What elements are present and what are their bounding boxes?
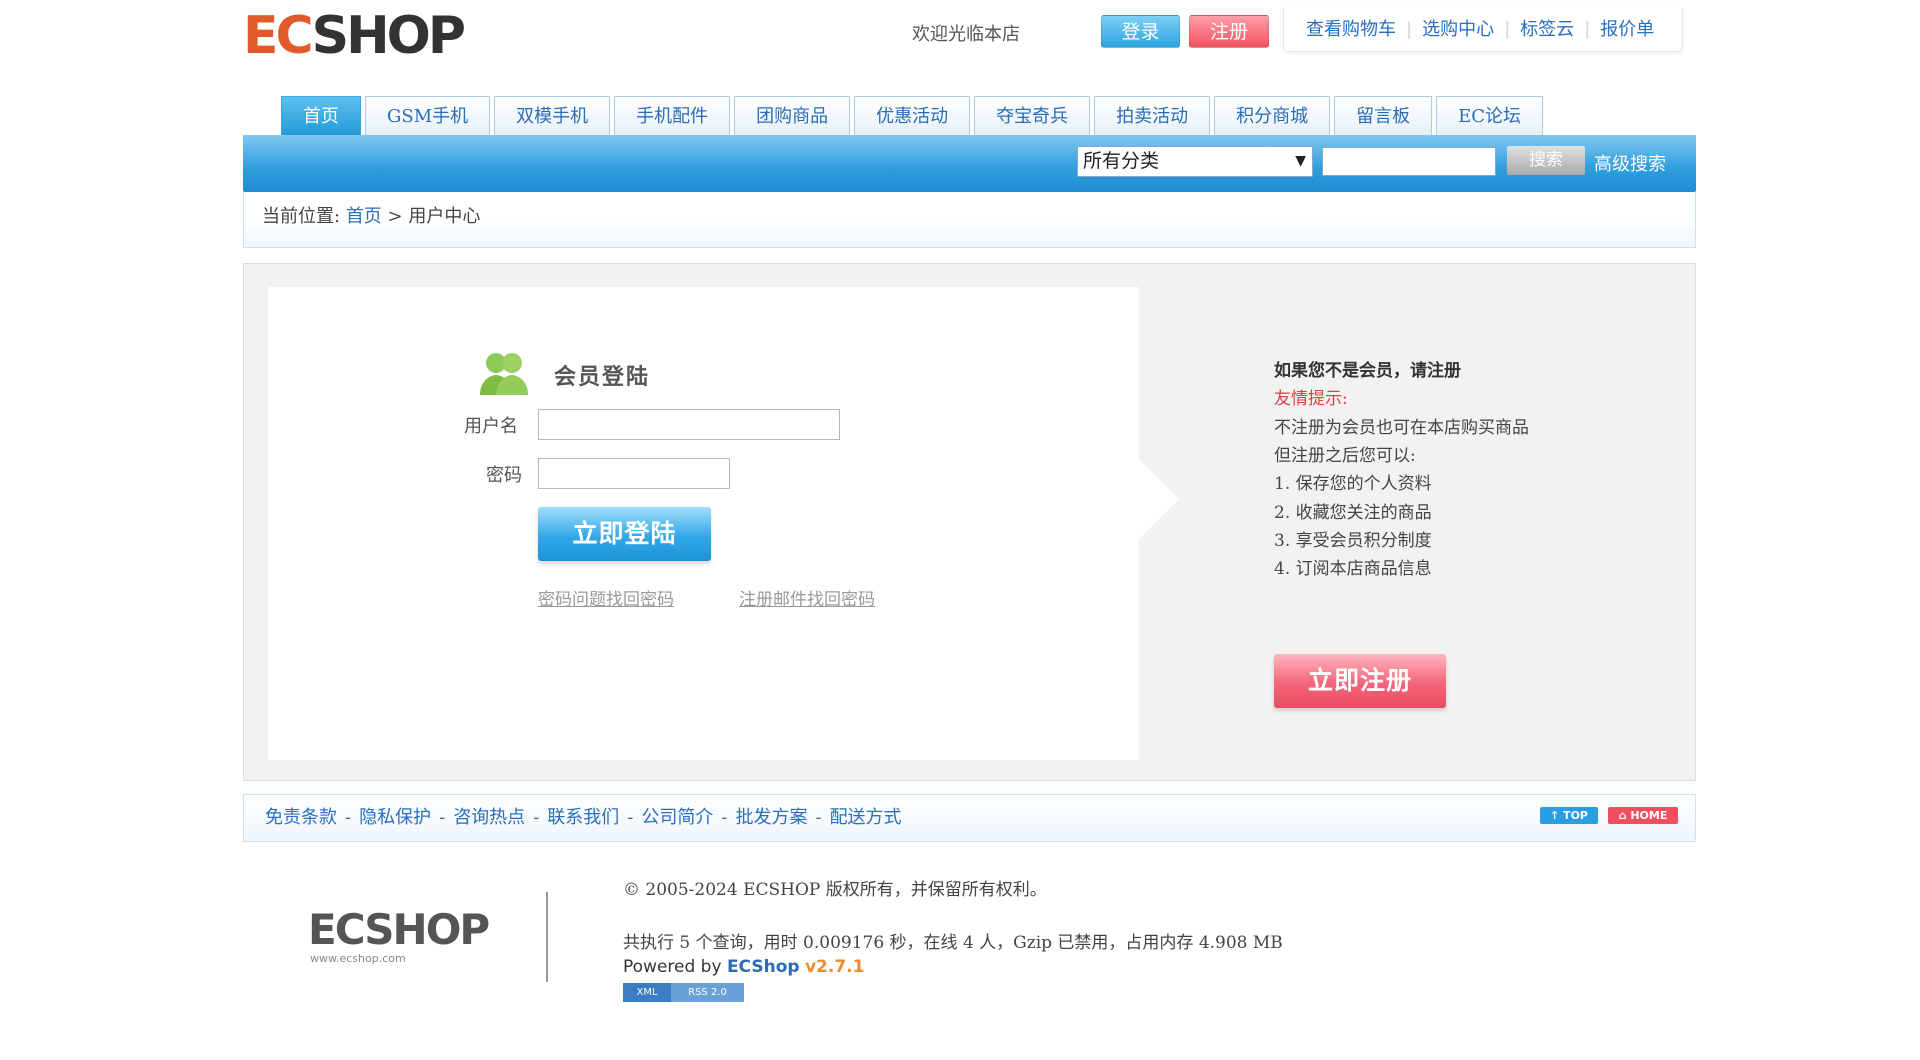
username-label: 用户名 [464, 416, 518, 437]
shopping-center-link[interactable]: 选购中心 [1422, 19, 1494, 40]
nav-tab-message-board[interactable]: 留言板 [1334, 96, 1433, 136]
divider: - [533, 807, 540, 828]
nav-tab-gsm[interactable]: GSM手机 [365, 96, 491, 136]
footer-link-privacy[interactable]: 隐私保护 [359, 807, 431, 828]
login-button[interactable]: 登录 [1101, 15, 1180, 48]
home-button[interactable]: ⌂ HOME [1608, 807, 1678, 824]
version-label: v2.7.1 [804, 957, 865, 977]
user-center-main: 会员登陆 用户名 密码 立即登陆 密码问题找回密码 注册邮件找回密码 如果您不是… [243, 263, 1696, 781]
search-input[interactable] [1322, 147, 1496, 176]
powered-by-prefix: Powered by [623, 957, 722, 977]
register-note-1: 不注册为会员也可在本店购买商品 [1274, 418, 1529, 438]
category-select-value: 所有分类 [1083, 150, 1160, 172]
benefit-item: 3. 享受会员积分制度 [1274, 531, 1432, 551]
password-field[interactable] [538, 458, 730, 489]
breadcrumb-home-link[interactable]: 首页 [346, 206, 382, 227]
username-field[interactable] [538, 409, 840, 440]
divider: | [1584, 19, 1591, 40]
breadcrumb-prefix: 当前位置: [262, 206, 341, 227]
panel-arrow [1139, 459, 1179, 539]
divider: - [815, 807, 822, 828]
divider: - [439, 807, 446, 828]
footer-link-about[interactable]: 公司简介 [641, 807, 713, 828]
server-stats: 共执行 5 个查询，用时 0.009176 秒，在线 4 人，Gzip 已禁用，… [623, 933, 1283, 953]
footer-logo: ECSHOP www.ecshop.com [308, 905, 490, 966]
nav-tab-home[interactable]: 首页 [281, 96, 361, 136]
friendly-tip-label: 友情提示: [1274, 389, 1348, 409]
nav-tab-promotions[interactable]: 优惠活动 [854, 96, 971, 136]
nav-tab-dual-mode[interactable]: 双模手机 [494, 96, 611, 136]
breadcrumb-current: 用户中心 [408, 206, 481, 227]
benefit-item: 1. 保存您的个人资料 [1274, 474, 1432, 494]
nav-tab-group-buy[interactable]: 团购商品 [734, 96, 851, 136]
password-label: 密码 [486, 465, 522, 486]
login-title: 会员登陆 [554, 364, 651, 390]
benefit-item: 4. 订阅本店商品信息 [1274, 559, 1432, 579]
footer-link-wholesale[interactable]: 批发方案 [735, 807, 807, 828]
footer-link-hotline[interactable]: 咨询热点 [453, 807, 525, 828]
ecshop-link[interactable]: ECShop [727, 957, 800, 977]
login-panel: 会员登陆 用户名 密码 立即登陆 密码问题找回密码 注册邮件找回密码 [268, 287, 1139, 760]
search-button[interactable]: 搜索 [1507, 146, 1585, 175]
nav-tab-points-mall[interactable]: 积分商城 [1214, 96, 1331, 136]
category-select[interactable]: 所有分类 ▼ [1077, 146, 1313, 177]
divider: - [627, 807, 634, 828]
quotation-link[interactable]: 报价单 [1600, 19, 1654, 40]
nav-tab-auction[interactable]: 拍卖活动 [1094, 96, 1211, 136]
copyright-text: © 2005-2024 ECSHOP 版权所有，并保留所有权利。 [623, 880, 1047, 900]
footer-links: 免责条款 - 隐私保护 - 咨询热点 - 联系我们 - 公司简介 - 批发方案 - 配送方式 ↑ TOP… [243, 794, 1696, 842]
logo-shop: SHOP [311, 6, 466, 66]
nav-tab-forum[interactable]: EC论坛 [1436, 96, 1544, 136]
recover-by-email-link[interactable]: 注册邮件找回密码 [739, 585, 875, 610]
breadcrumb-separator: > [387, 206, 403, 227]
welcome-text: 欢迎光临本店 [912, 24, 1020, 45]
advanced-search-link[interactable]: 高级搜索 [1594, 150, 1666, 176]
footer-logo-text: ECSHOP [308, 905, 490, 954]
benefit-item: 2. 收藏您关注的商品 [1274, 503, 1432, 523]
footer-link-disclaimer[interactable]: 免责条款 [265, 807, 337, 828]
divider: - [345, 807, 352, 828]
rss-badge[interactable]: XML RSS 2.0 [623, 983, 744, 1002]
powered-by: Powered by ECShop v2.7.1 [623, 957, 864, 977]
recover-by-question-link[interactable]: 密码问题找回密码 [538, 585, 674, 610]
members-icon [480, 353, 528, 395]
register-heading: 如果您不是会员，请注册 [1274, 361, 1461, 381]
breadcrumb: 当前位置: 首页 > 用户中心 [243, 192, 1696, 248]
footer-link-contact[interactable]: 联系我们 [547, 807, 619, 828]
divider: | [1504, 19, 1511, 40]
logo-ec: EC [243, 6, 315, 66]
rss-version-label: RSS 2.0 [671, 983, 744, 1002]
nav-tab-snatch[interactable]: 夺宝奇兵 [974, 96, 1091, 136]
back-to-top-button[interactable]: ↑ TOP [1540, 807, 1598, 824]
site-logo[interactable]: ECSHOP [243, 6, 466, 66]
top-links: 查看购物车 | 选购中心 | 标签云 | 报价单 [1283, 8, 1683, 52]
chevron-down-icon: ▼ [1295, 153, 1306, 169]
footer-divider [546, 892, 548, 982]
submit-login-button[interactable]: 立即登陆 [538, 507, 711, 561]
divider: | [1406, 19, 1413, 40]
rss-xml-label: XML [623, 983, 671, 1002]
submit-register-button[interactable]: 立即注册 [1274, 654, 1446, 708]
register-button[interactable]: 注册 [1189, 15, 1269, 48]
cart-link[interactable]: 查看购物车 [1306, 19, 1396, 40]
main-nav: 首页 GSM手机 双模手机 手机配件 团购商品 优惠活动 夺宝奇兵 拍卖活动 积… [281, 96, 1544, 136]
divider: - [721, 807, 728, 828]
footer-link-shipping[interactable]: 配送方式 [830, 807, 902, 828]
nav-tab-accessories[interactable]: 手机配件 [614, 96, 731, 136]
register-note-2: 但注册之后您可以: [1274, 446, 1416, 466]
tag-cloud-link[interactable]: 标签云 [1520, 19, 1574, 40]
